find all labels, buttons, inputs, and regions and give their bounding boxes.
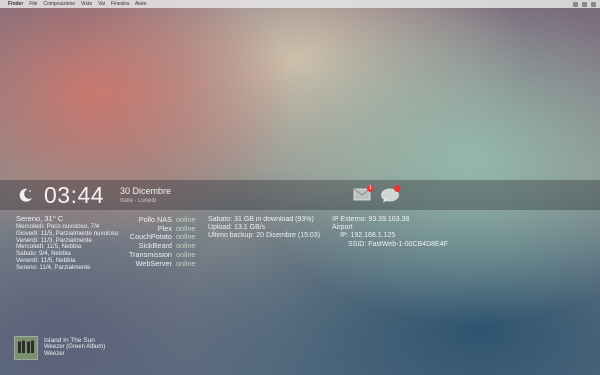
album-cover-image [15,337,37,359]
track-album: Weezer [44,351,65,357]
menu-item-vai[interactable]: Vai [98,0,105,8]
service-name: WebServer [135,258,172,268]
internal-ip: IP: 192.168.1.125 [340,232,396,240]
menu-item-composizione[interactable]: Composizione [43,0,75,8]
track-title: Island In The Sun [44,337,95,344]
airport-label: Airport [332,224,353,232]
service-status: online [176,258,196,268]
upload-status: Upload: 13.1 GB/s [208,224,266,232]
clock-location: Italia · Lunedì [120,198,157,204]
wifi-icon[interactable] [573,1,578,7]
clock-time: 03:44 [44,182,105,208]
album-art[interactable] [14,336,38,360]
weather-panel: Sereno, 31° C Mercoledì: Poco nuvoloso, … [16,214,118,272]
weather-current: Sereno, 31° C [16,214,64,223]
forecast-line: Sereno: 11/4, Parzialmente [16,263,91,271]
service-names: Pollo NAS Plex CouchPotato SickBeard Tra… [120,215,172,268]
search-icon[interactable] [591,1,596,7]
chat-badge [394,185,401,192]
ssid: SSID: FastWeb-1-00CB4D8E4F [348,240,448,248]
network-panel: IP Esterno: 93.39.103.38 Airport IP: 192… [332,216,448,249]
service-statuses: online online online online online onlin… [176,215,196,268]
menu-item-finestra[interactable]: Finestra [111,0,129,8]
menu-item-vista[interactable]: Vista [81,0,92,8]
menu-item-file[interactable]: File [29,0,37,8]
download-panel: Sabato: 31 GB in download (93%) Upload: … [208,216,320,241]
menu-extras [573,1,596,7]
menu-app-name[interactable]: Finder [8,0,23,8]
battery-icon[interactable] [582,1,587,7]
backup-status: Ultimo backup: 20 Dicembre (15:03) [208,232,321,240]
now-playing: Island In The Sun Weezer (Green Album) W… [44,337,105,358]
menu-item-aiuto[interactable]: Aiuto [135,0,146,8]
clock-date: 30 Dicembre [120,186,172,196]
moon-weather-icon [19,188,32,202]
external-ip: IP Esterno: 93.39.103.38 [332,216,410,223]
download-status: Sabato: 31 GB in download (93%) [208,216,314,223]
mail-badge: 1 [367,185,374,192]
track-artist: Weezer (Green Album) [44,344,106,350]
menu-bar: Finder File Composizione Vista Vai Fines… [0,0,600,8]
